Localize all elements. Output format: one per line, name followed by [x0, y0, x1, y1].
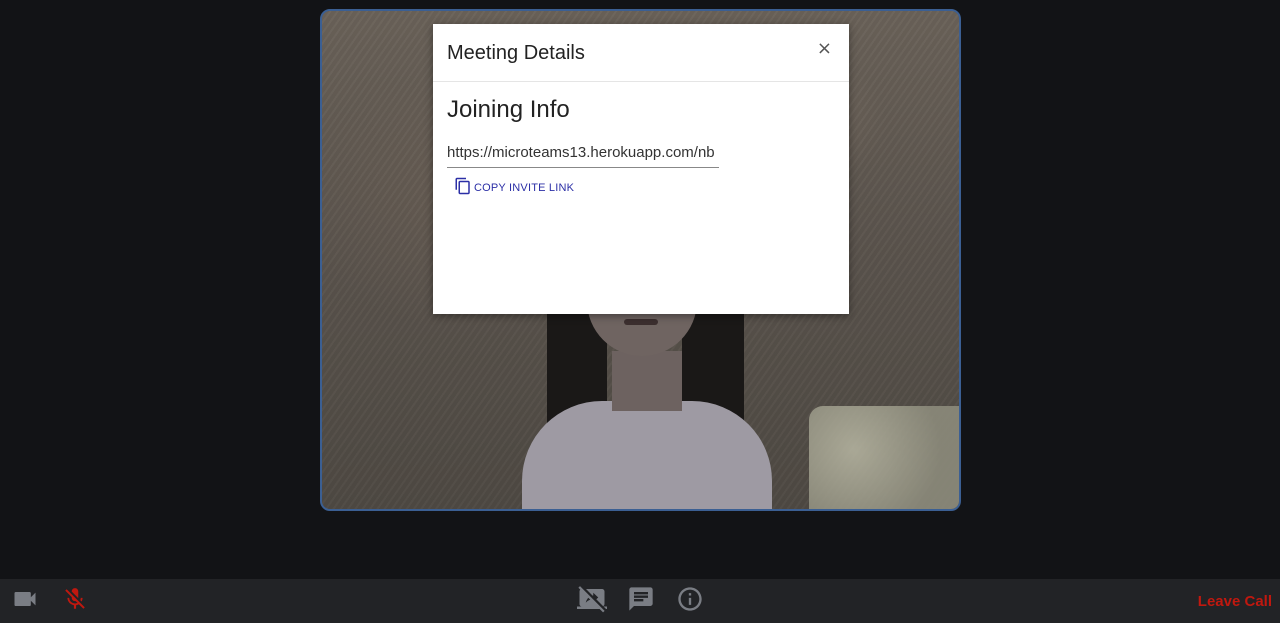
mic-toggle-button[interactable]	[60, 579, 90, 623]
invite-link-field[interactable]	[447, 142, 719, 168]
camera-toggle-button[interactable]	[10, 579, 40, 623]
info-button[interactable]	[676, 579, 704, 623]
screen-share-button[interactable]	[576, 579, 608, 623]
copy-icon	[454, 176, 472, 199]
control-bar: Leave Call	[0, 579, 1280, 623]
close-button[interactable]: ×	[814, 38, 835, 59]
modal-title: Meeting Details	[447, 41, 585, 64]
chat-icon	[627, 585, 655, 618]
videocam-icon	[11, 585, 39, 618]
mic-off-icon	[62, 586, 88, 617]
meeting-stage: Meeting Details × Joining Info COPY INVI…	[0, 0, 1280, 579]
meeting-details-modal: Meeting Details × Joining Info COPY INVI…	[433, 24, 849, 314]
chat-button[interactable]	[627, 579, 655, 623]
screen-share-off-icon	[577, 584, 607, 619]
copy-invite-link-label: COPY INVITE LINK	[474, 181, 575, 194]
video-background-object	[809, 406, 959, 509]
copy-invite-link-button[interactable]: COPY INVITE LINK	[454, 176, 574, 199]
leave-call-button[interactable]: Leave Call	[1198, 593, 1272, 610]
joining-info-heading: Joining Info	[447, 96, 570, 123]
info-icon	[676, 585, 704, 618]
modal-header: Meeting Details ×	[433, 24, 849, 82]
modal-body: Joining Info COPY INVITE LINK	[433, 82, 849, 215]
